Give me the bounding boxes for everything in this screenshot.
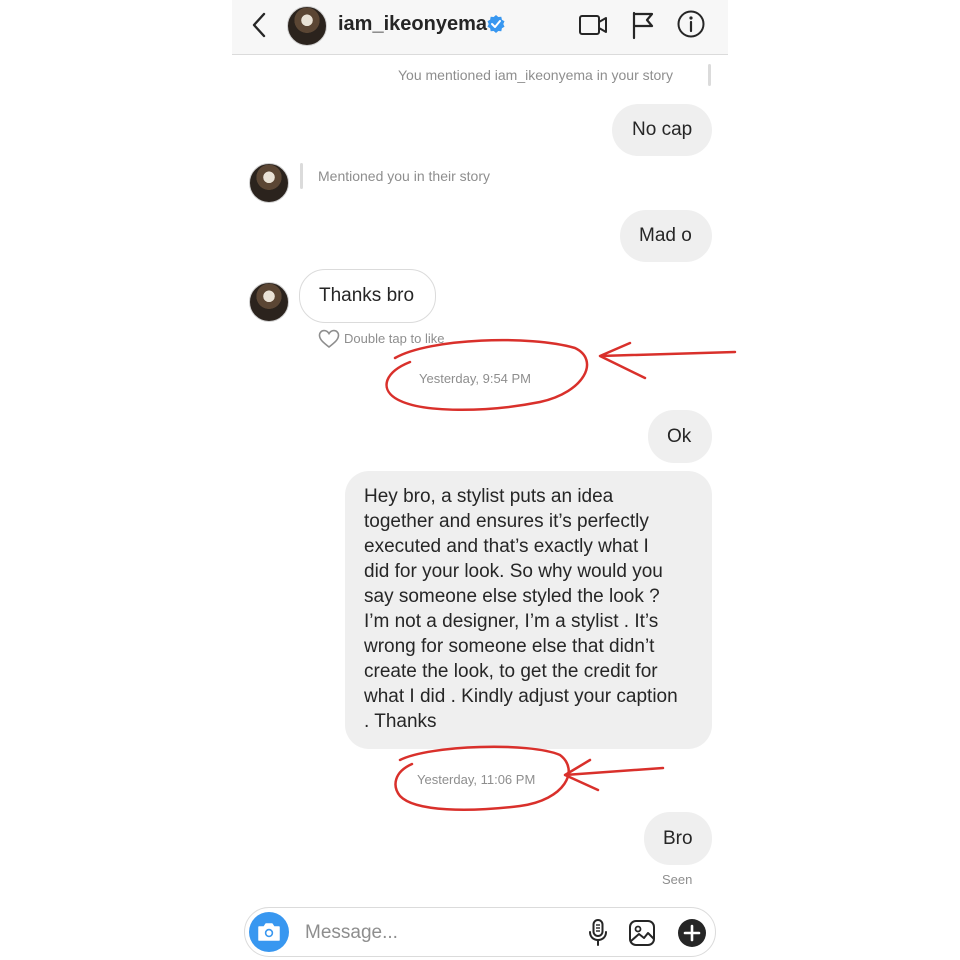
message-text: Thanks bro [319,285,415,306]
message-line: create the look, to get the credit for [364,661,658,682]
seen-status: Seen [662,872,693,887]
sender-avatar[interactable] [249,163,289,203]
story-mention-incoming[interactable]: Mentioned you in their story [318,168,490,184]
message-bubble[interactable]: Bro [644,812,712,865]
message-input[interactable] [303,916,557,950]
timestamp: Yesterday, 11:06 PM [417,772,536,787]
chevron-left-icon[interactable] [248,10,270,40]
message-line: did for your look. So why would you [364,561,663,582]
camera-icon [258,923,280,941]
double-tap-label: Double tap to like [344,331,445,346]
verified-badge-icon [487,15,505,33]
message-bubble-long[interactable]: Hey bro, a stylist puts an idea together… [345,471,712,749]
message-line: say someone else styled the look ? [364,586,660,607]
message-bubble[interactable]: Ok [648,410,712,463]
video-call-icon[interactable] [578,12,608,38]
story-mention-outgoing[interactable]: You mentioned iam_ikeonyema in your stor… [398,67,673,83]
chat-screen: iam_ikeonyema You mentioned iam_ikeonyem… [232,0,728,960]
gallery-icon[interactable] [627,918,657,948]
flag-icon[interactable] [630,10,656,40]
message-line: I’m not a designer, I’m a stylist . It’s [364,611,659,632]
message-bubble[interactable]: Mad o [620,210,712,262]
message-text: Mad o [639,225,692,246]
username[interactable]: iam_ikeonyema [338,13,487,36]
plus-icon[interactable] [677,918,707,948]
story-mention-bar [708,64,711,86]
message-bubble[interactable]: Thanks bro [299,269,436,323]
heart-icon [318,329,340,349]
sender-avatar[interactable] [249,282,289,322]
message-bubble[interactable]: No cap [612,104,712,156]
timestamp: Yesterday, 9:54 PM [419,371,532,386]
message-line: executed and that’s exactly what I [364,536,649,557]
message-text: No cap [632,119,693,140]
message-line: Hey bro, a stylist puts an idea [364,486,614,507]
message-composer [244,907,716,957]
message-text: Bro [663,828,693,849]
story-mention-bar [300,163,303,189]
camera-button[interactable] [249,912,289,952]
message-text: Ok [667,426,692,447]
message-line: wrong for someone else that didn’t [364,636,655,657]
message-line: together and ensures it’s perfectly [364,511,649,532]
chat-header: iam_ikeonyema [232,0,728,55]
microphone-icon[interactable] [587,918,609,948]
info-icon[interactable] [676,9,706,39]
avatar[interactable] [287,6,327,46]
message-line: . Thanks [364,711,437,732]
message-line: what I did . Kindly adjust your caption [364,686,678,707]
